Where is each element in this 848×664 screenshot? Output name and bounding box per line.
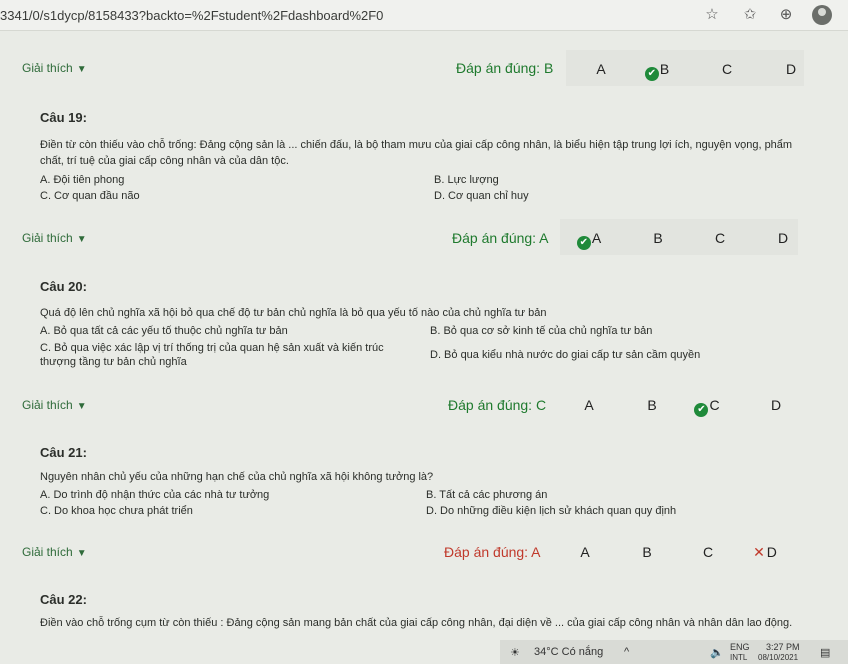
correct-answer-label: Đáp án đúng: A: [452, 230, 549, 246]
check-icon: ✔: [644, 67, 659, 81]
option-c[interactable]: C: [712, 61, 742, 77]
collections-icon[interactable]: ⊕: [776, 5, 796, 25]
option-text-c: C. Cơ quan đầu não: [40, 190, 140, 202]
option-text-d: D. Cơ quan chỉ huy: [434, 190, 529, 202]
option-c[interactable]: C: [705, 230, 735, 246]
option-text-b: B. Bỏ qua cơ sở kinh tế của chủ nghĩa tư…: [430, 325, 653, 337]
option-d[interactable]: D: [761, 397, 791, 413]
explain-toggle[interactable]: Giải thích ▼: [22, 231, 87, 245]
answer-row-q18: Giải thích ▼ Đáp án đúng: B A ✔ B C D: [0, 50, 848, 86]
profile-avatar[interactable]: [812, 5, 832, 25]
option-a[interactable]: A: [586, 61, 616, 77]
url-text[interactable]: 3341/0/s1dycp/8158433?backto=%2Fstudent%…: [0, 8, 383, 23]
question-title: Câu 20:: [40, 279, 87, 294]
option-d-wrong[interactable]: ✕ D: [748, 544, 782, 561]
read-aloud-icon[interactable]: ☆: [702, 5, 722, 25]
chevron-down-icon: ▼: [76, 401, 87, 412]
clock-date[interactable]: 08/10/2021: [758, 653, 798, 662]
explain-toggle[interactable]: Giải thích ▼: [22, 61, 87, 75]
question-text: Quá độ lên chủ nghĩa xã hội bỏ qua chế đ…: [40, 307, 547, 319]
taskbar: ☀ 34°C Có nắng ^ 🔈 ENG INTL 3:27 PM 08/1…: [500, 640, 848, 664]
answer-row-q19: Giải thích ▼ Đáp án đúng: A ✔ A B C D: [0, 219, 848, 255]
option-c[interactable]: C: [693, 544, 723, 560]
option-c-correct[interactable]: ✔ C: [692, 397, 722, 417]
question-text: Điền từ còn thiếu vào chỗ trống: Đảng cộ…: [40, 139, 793, 167]
option-text-d: D. Do những điều kiện lịch sử khách quan…: [426, 505, 677, 517]
address-bar[interactable]: 3341/0/s1dycp/8158433?backto=%2Fstudent%…: [0, 0, 848, 31]
option-text-d: D. Bỏ qua kiểu nhà nước do giai cấp tư s…: [430, 349, 701, 361]
option-b[interactable]: B: [632, 544, 662, 560]
option-text-b: B. Lực lượng: [434, 174, 499, 186]
chevron-up-icon[interactable]: ^: [624, 646, 629, 658]
check-icon: ✔: [694, 403, 709, 417]
correct-answer-label: Đáp án đúng: B: [456, 60, 554, 76]
check-icon: ✔: [576, 236, 591, 250]
chevron-down-icon: ▼: [76, 64, 87, 75]
option-a[interactable]: A: [574, 397, 604, 413]
question-text: Điền vào chỗ trống cụm từ còn thiếu : Đả…: [40, 617, 793, 629]
option-a[interactable]: A: [570, 544, 600, 560]
weather-text[interactable]: 34°C Có nắng: [534, 646, 603, 658]
explain-toggle[interactable]: Giải thích ▼: [22, 545, 87, 559]
weather-icon[interactable]: ☀: [510, 646, 520, 659]
chevron-down-icon: ▼: [76, 548, 87, 559]
answer-row-q21: Giải thích ▼ Đáp án đúng: A A B C ✕ D: [0, 533, 848, 569]
answer-row-q20: Giải thích ▼ Đáp án đúng: C A B ✔ C D: [0, 386, 848, 422]
question-text: Nguyên nhân chủ yếu của những hạn chế củ…: [40, 471, 434, 483]
option-b-correct[interactable]: ✔ B: [642, 61, 672, 81]
question-title: Câu 21:: [40, 445, 87, 460]
option-text-a: A. Do trình độ nhận thức của các nhà tư …: [40, 489, 270, 501]
favorites-icon[interactable]: ✩: [740, 5, 760, 25]
option-b[interactable]: B: [637, 397, 667, 413]
correct-answer-label: Đáp án đúng: A: [444, 544, 541, 560]
explain-toggle[interactable]: Giải thích ▼: [22, 398, 87, 412]
option-text-a: A. Đội tiên phong: [40, 174, 125, 186]
close-icon: ✕: [753, 544, 765, 560]
option-text-c: C. Bỏ qua việc xác lập vị trí thống trị …: [40, 342, 384, 368]
language-indicator[interactable]: ENG: [730, 642, 750, 652]
chevron-down-icon: ▼: [76, 234, 87, 245]
question-title: Câu 22:: [40, 592, 87, 607]
option-text-b: B. Tất cả các phương án: [426, 489, 548, 501]
notification-icon[interactable]: ▤: [820, 646, 830, 659]
speaker-icon[interactable]: 🔈: [710, 646, 724, 659]
correct-answer-label: Đáp án đúng: C: [448, 397, 547, 413]
language-sub[interactable]: INTL: [730, 653, 747, 662]
question-title: Câu 19:: [40, 110, 87, 125]
option-a-correct[interactable]: ✔ A: [574, 230, 604, 250]
option-d[interactable]: D: [776, 61, 806, 77]
option-b[interactable]: B: [643, 230, 673, 246]
option-text-c: C. Do khoa học chưa phát triển: [40, 505, 193, 517]
clock-time[interactable]: 3:27 PM: [766, 642, 800, 652]
option-text-a: A. Bỏ qua tất cả các yếu tố thuộc chủ ng…: [40, 325, 288, 337]
option-d[interactable]: D: [768, 230, 798, 246]
